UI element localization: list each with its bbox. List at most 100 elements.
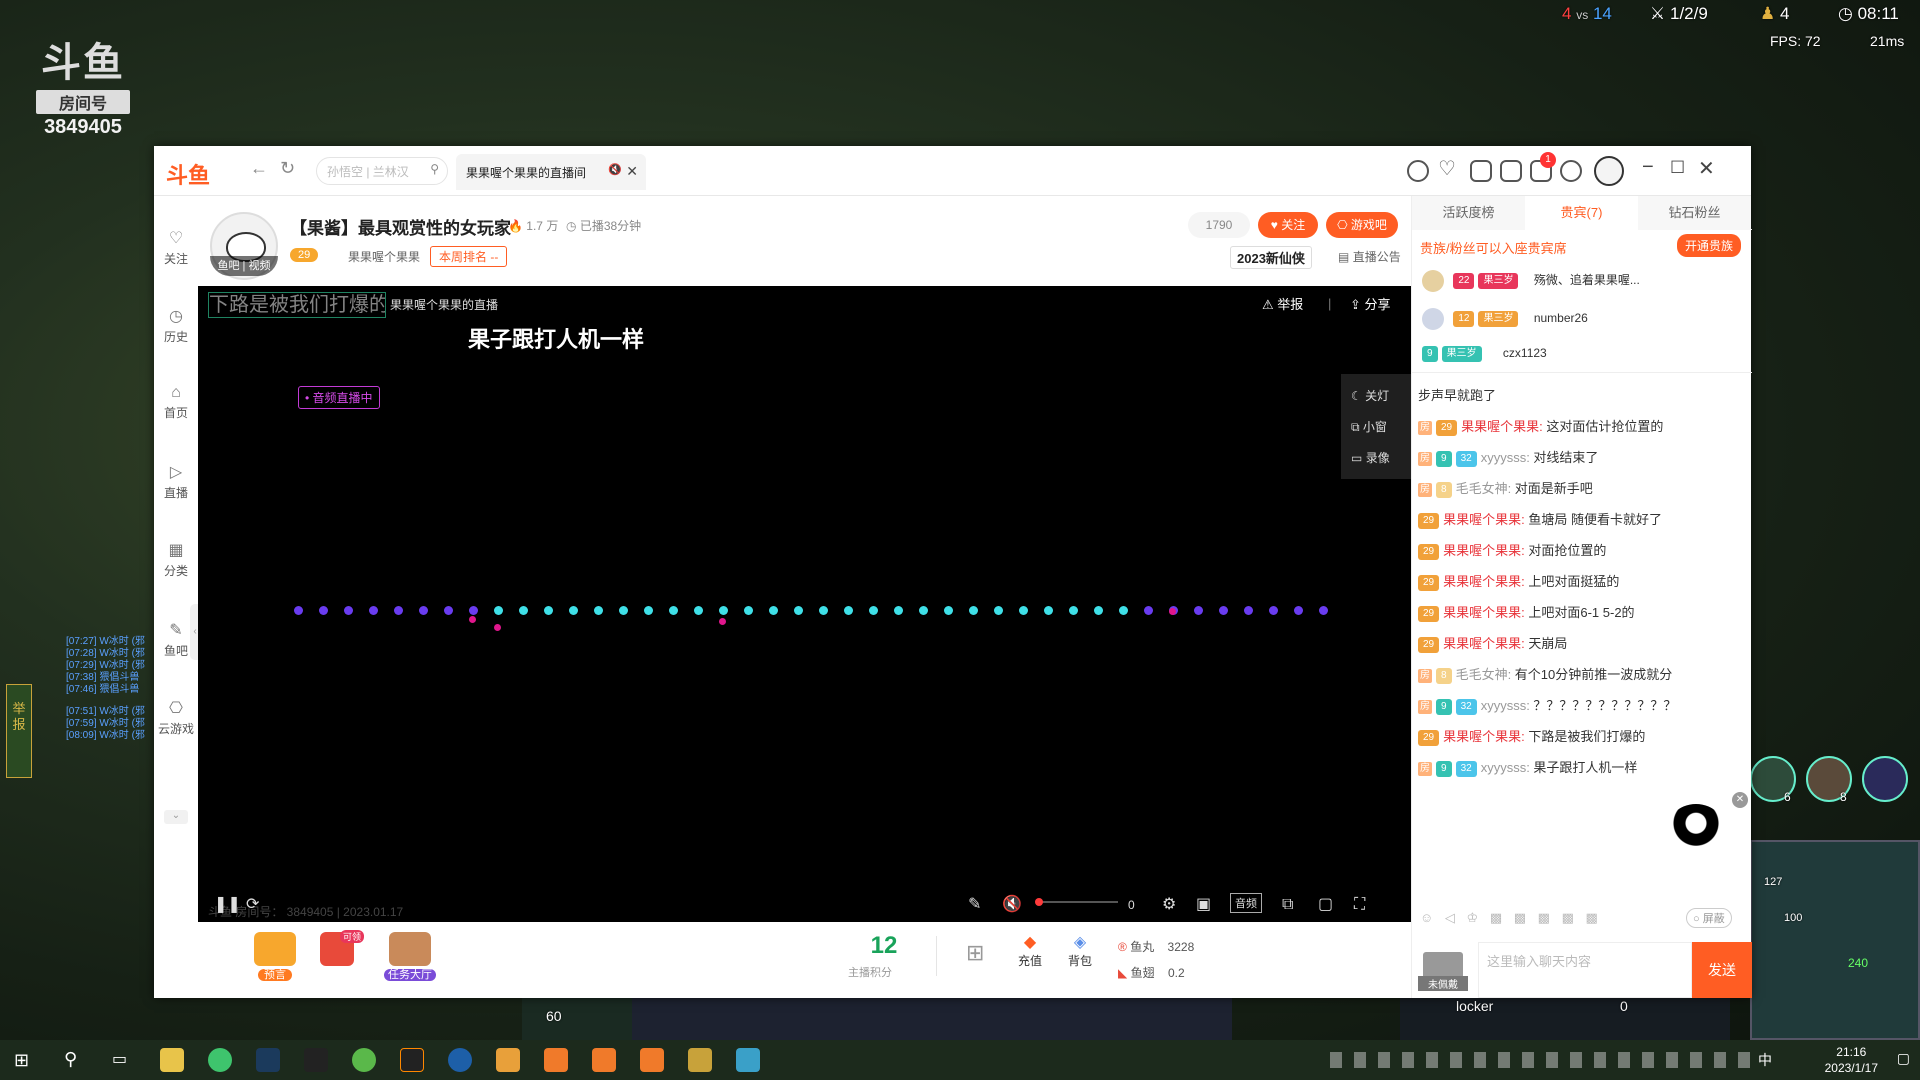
- lights-off-button[interactable]: ☾ 关灯: [1341, 380, 1411, 411]
- report-side-button[interactable]: 举报: [6, 684, 32, 778]
- sidebar-item-history[interactable]: ◷ 历史: [154, 306, 198, 345]
- event-badge[interactable]: 2023新仙侠: [1230, 246, 1312, 269]
- settings-icon[interactable]: [1560, 160, 1582, 182]
- history-icon[interactable]: [1407, 160, 1429, 182]
- volume-mute-icon[interactable]: 🔇: [1002, 894, 1022, 914]
- claim-gift-button[interactable]: 可领: [320, 930, 364, 966]
- ime-indicator[interactable]: 中: [1758, 1050, 1772, 1070]
- douyu-taskbar-icon[interactable]: [640, 1048, 664, 1072]
- prediction-button[interactable]: 预言: [254, 932, 296, 982]
- mini-window-button[interactable]: ⧉ 小窗: [1341, 411, 1411, 442]
- sidebar-item-live[interactable]: ▷ 直播: [154, 462, 198, 501]
- avatar-tag[interactable]: 鱼吧 | 视频: [210, 256, 278, 276]
- crown-icon[interactable]: ♔: [1467, 910, 1479, 925]
- message-nick[interactable]: xyyysss:: [1481, 698, 1530, 713]
- fullscreen-icon[interactable]: ⛶: [1354, 896, 1365, 914]
- color-icon[interactable]: ▩: [1538, 910, 1550, 925]
- vip-user-row[interactable]: 9 果三岁 czx1123: [1422, 346, 1547, 362]
- sidebar-item-home[interactable]: ⌂ 首页: [154, 384, 198, 421]
- notification-icon[interactable]: ▢: [1897, 1050, 1910, 1067]
- follow-button[interactable]: ♥ 关注: [1258, 212, 1318, 238]
- close-window-icon[interactable]: ✕: [1698, 156, 1715, 181]
- chat-input[interactable]: 这里输入聊天内容: [1478, 942, 1692, 998]
- share-button[interactable]: ⇪ 分享: [1350, 294, 1391, 313]
- yin-yang-ad-icon[interactable]: [1664, 804, 1728, 868]
- douyu-logo[interactable]: 斗鱼: [166, 158, 210, 190]
- tab-diamond-fans[interactable]: 钻石粉丝: [1638, 196, 1751, 230]
- widescreen-icon[interactable]: ▢: [1318, 894, 1333, 914]
- super-icon[interactable]: ▩: [1514, 910, 1526, 925]
- back-icon[interactable]: ←: [250, 158, 268, 179]
- danmu-toggle-icon[interactable]: ▣: [1196, 894, 1211, 914]
- wear-badge-button[interactable]: 未佩戴: [1418, 952, 1468, 991]
- weekly-rank-button[interactable]: 本周排名 --: [430, 246, 508, 267]
- task-hall-button[interactable]: 任务大厅: [384, 932, 436, 982]
- gift-icon[interactable]: ⊞: [966, 940, 984, 966]
- lock-icon[interactable]: ▩: [1586, 910, 1598, 925]
- mute-icon[interactable]: 🔇: [608, 163, 622, 176]
- heart-icon[interactable]: ♡: [1438, 156, 1456, 181]
- search-icon[interactable]: ⚲: [430, 162, 439, 176]
- record-button[interactable]: ▭ 录像: [1341, 442, 1411, 473]
- minimap[interactable]: 127 100 240: [1750, 840, 1920, 1040]
- app-icon[interactable]: [448, 1048, 472, 1072]
- sidebar-more-chevron-icon[interactable]: ⌄: [164, 810, 188, 824]
- message-nick[interactable]: 果果喔个果果:: [1443, 636, 1525, 651]
- maximize-icon[interactable]: ☐: [1670, 158, 1685, 178]
- recharge-button[interactable]: ◆ 充值: [1018, 932, 1042, 969]
- taskbar-clock[interactable]: 21:16 2023/1/17: [1825, 1044, 1878, 1076]
- app-icon[interactable]: [496, 1048, 520, 1072]
- open-noble-button[interactable]: 开通贵族: [1676, 234, 1741, 257]
- sidebar-item-category[interactable]: ▦ 分类: [154, 540, 198, 579]
- fan-level-badge[interactable]: 29: [290, 246, 319, 262]
- calendar-icon[interactable]: [1470, 160, 1492, 182]
- sidebar-item-cloud-game[interactable]: ⎔ 云游戏: [154, 698, 198, 737]
- fan-icon[interactable]: ▩: [1490, 910, 1502, 925]
- message-nick[interactable]: 果果喔个果果:: [1461, 419, 1543, 434]
- search-icon[interactable]: ⚲: [64, 1049, 77, 1070]
- message-nick[interactable]: 果果喔个果果:: [1443, 574, 1525, 589]
- refresh-icon[interactable]: ↻: [280, 158, 295, 179]
- browser-icon[interactable]: [208, 1048, 232, 1072]
- video-player[interactable]: 下路是被我们打爆的 果果喔个果果的直播 果子跟打人机一样 • 音频直播中 ⚠ 举…: [198, 286, 1411, 922]
- report-button[interactable]: ⚠ 举报: [1262, 294, 1303, 313]
- search-input[interactable]: 孙悟空 | 兰林汉 ⚲: [316, 157, 448, 185]
- champion-portrait[interactable]: [1862, 756, 1908, 802]
- tab-live-room[interactable]: 果果喔个果果的直播间 🔇 ✕: [456, 154, 646, 190]
- douyu-taskbar-icon[interactable]: [544, 1048, 568, 1072]
- system-tray-icons[interactable]: [1330, 1052, 1750, 1068]
- league-icon[interactable]: [688, 1048, 712, 1072]
- message-nick[interactable]: 果果喔个果果:: [1443, 512, 1525, 527]
- steam-icon[interactable]: [256, 1048, 280, 1072]
- game-bar-button[interactable]: ⎔ 游戏吧: [1326, 212, 1398, 238]
- message-nick[interactable]: 果果喔个果果:: [1443, 605, 1525, 620]
- douyu-taskbar-icon[interactable]: [592, 1048, 616, 1072]
- close-tab-icon[interactable]: ✕: [626, 163, 638, 180]
- sidebar-item-follow[interactable]: ♡ 关注: [154, 228, 198, 267]
- user-avatar[interactable]: [1594, 156, 1624, 186]
- vip-user-row[interactable]: 22 果三岁 殇微、追着果果喔...: [1422, 270, 1640, 292]
- message-nick[interactable]: xyyysss:: [1481, 450, 1530, 465]
- pip-icon[interactable]: ⧉: [1282, 896, 1293, 914]
- windows-start-icon[interactable]: ⊞: [14, 1050, 29, 1071]
- minimize-icon[interactable]: −: [1642, 156, 1654, 179]
- notice-button[interactable]: ▤ 直播公告: [1338, 248, 1401, 265]
- emoji-icon[interactable]: ☺: [1420, 910, 1433, 925]
- task-view-icon[interactable]: ▭: [112, 1049, 127, 1069]
- send-button[interactable]: 发送: [1692, 942, 1752, 998]
- message-nick[interactable]: 毛毛女神:: [1456, 667, 1512, 682]
- league-client-icon[interactable]: [736, 1048, 760, 1072]
- edit-icon[interactable]: ✎: [968, 894, 981, 914]
- game-client-icon[interactable]: [400, 1048, 424, 1072]
- shield-toggle[interactable]: ○ 屏蔽: [1686, 908, 1732, 928]
- pause-icon[interactable]: ❚❚: [214, 894, 241, 914]
- volume-slider-thumb[interactable]: [1035, 898, 1043, 906]
- message-nick[interactable]: xyyysss:: [1481, 760, 1530, 775]
- message-nick[interactable]: 毛毛女神:: [1456, 481, 1512, 496]
- bag-button[interactable]: ◈ 背包: [1068, 932, 1092, 969]
- message-nick[interactable]: 果果喔个果果:: [1443, 543, 1525, 558]
- qq-icon[interactable]: [304, 1048, 328, 1072]
- app-icon[interactable]: [352, 1048, 376, 1072]
- anchor-name[interactable]: 果果喔个果果: [348, 248, 420, 265]
- horn-icon[interactable]: ◁: [1445, 910, 1455, 925]
